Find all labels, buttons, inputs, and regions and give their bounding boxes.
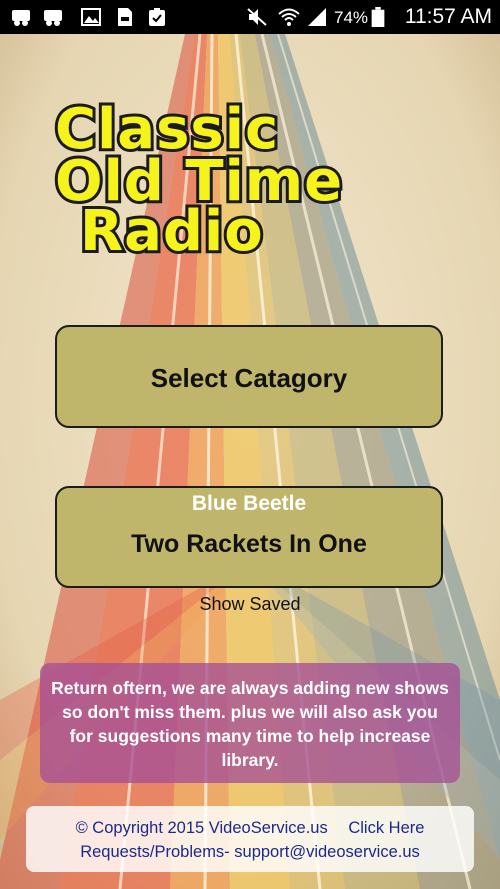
footer-row-2: Requests/Problems- support@videoservice.… [34, 840, 466, 864]
app-logo: Classic Old Time Radio [52, 100, 345, 260]
show-episode-title: Two Rackets In One [131, 530, 367, 558]
click-here-link[interactable]: Click Here [348, 819, 424, 837]
battery-icon [371, 7, 385, 27]
select-category-button[interactable]: Select Catagory [55, 325, 443, 428]
status-bar: 74% 11:57 AM [0, 0, 500, 34]
select-category-label: Select Catagory [150, 363, 348, 393]
support-email-link[interactable]: support@videoservice.us [234, 843, 420, 861]
steam-icon [44, 10, 62, 26]
status-time: 11:57 AM [404, 5, 492, 28]
cellular-signal-icon [308, 8, 326, 26]
mute-icon [247, 8, 267, 26]
footer-row-1: © Copyright 2015 VideoService.us Click H… [34, 816, 466, 840]
battery-percent: 74% [334, 8, 369, 27]
saved-show-button[interactable]: Blue Beetle Two Rackets In One [55, 486, 443, 588]
image-icon [81, 8, 101, 26]
footer-panel: © Copyright 2015 VideoService.us Click H… [26, 806, 474, 872]
wifi-icon [278, 8, 300, 26]
app-screen: 74% 11:57 AM Classic Old Time Radio Sele… [0, 0, 500, 889]
sd-card-icon [118, 8, 132, 26]
info-message: Return oftern, we are always adding new … [40, 663, 460, 783]
show-series-name: Blue Beetle [191, 492, 307, 515]
steam-icon [12, 10, 30, 26]
requests-label: Requests/Problems- [80, 843, 230, 861]
logo-line-3: Radio [80, 199, 264, 260]
copyright-text: © Copyright 2015 VideoService.us [75, 819, 328, 837]
clipboard-check-icon [149, 8, 165, 26]
show-saved-caption: Show Saved [199, 594, 301, 614]
